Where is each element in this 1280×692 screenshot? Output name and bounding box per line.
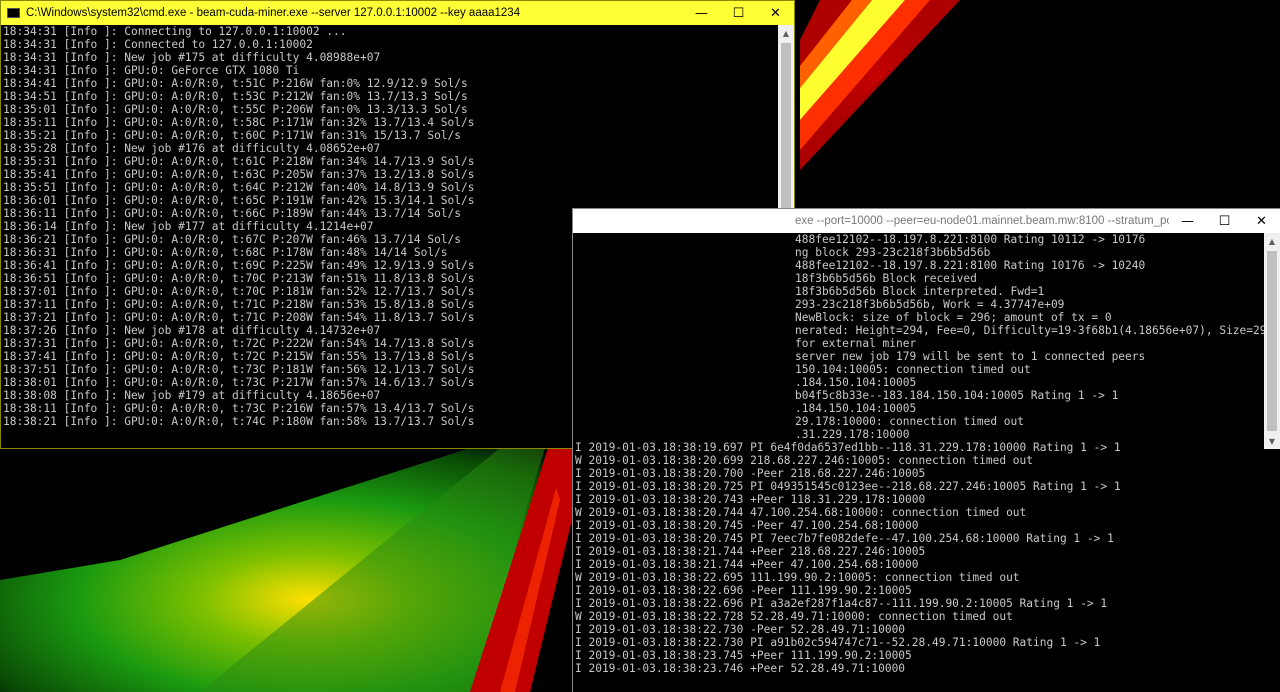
console-line: 18:35:21 [Info ]: GPU:0: A:0/R:0, t:60C … <box>3 129 462 142</box>
scroll-down-arrow-icon[interactable]: ▼ <box>1264 433 1280 449</box>
miner-title-bar[interactable]: C:\Windows\system32\cmd.exe - beam-cuda-… <box>1 1 794 25</box>
close-button[interactable]: ✕ <box>1243 209 1280 233</box>
console-line: 488fee12102--18.197.8.221:8100 Rating 10… <box>795 233 1146 246</box>
console-line: 18:35:31 [Info ]: GPU:0: A:0/R:0, t:61C … <box>3 155 475 168</box>
console-line: NewBlock: size of block = 296; amount of… <box>795 311 1112 324</box>
console-line: 18f3b6b5d56b Block interpreted. Fwd=1 <box>795 285 1045 298</box>
minimize-button[interactable]: — <box>683 1 720 25</box>
console-line: W 2019-01-03.18:38:20.699 218.68.227.246… <box>575 454 1034 467</box>
console-line: 18f3b6b5d56b Block received <box>795 272 977 285</box>
maximize-button[interactable]: ☐ <box>1206 209 1243 233</box>
console-line: I 2019-01-03.18:38:23.746 +Peer 52.28.49… <box>575 662 906 675</box>
console-line: 18:35:41 [Info ]: GPU:0: A:0/R:0, t:63C … <box>3 168 475 181</box>
console-line: 18:34:31 [Info ]: New job #175 at diffic… <box>3 51 381 64</box>
console-line: 488fee12102--18.197.8.221:8100 Rating 10… <box>795 259 1146 272</box>
console-line: ng block 293-23c218f3b6b5d56b <box>795 246 991 259</box>
scrollbar-thumb[interactable] <box>1267 251 1277 431</box>
console-line: 18:36:01 [Info ]: GPU:0: A:0/R:0, t:65C … <box>3 194 475 207</box>
console-line: I 2019-01-03.18:38:20.700 -Peer 218.68.2… <box>575 467 926 480</box>
console-line: 150.104:10005: connection timed out <box>795 363 1031 376</box>
console-line: I 2019-01-03.18:38:22.696 PI a3a2ef287f1… <box>575 597 1108 610</box>
console-line: I 2019-01-03.18:38:20.743 +Peer 118.31.2… <box>575 493 926 506</box>
cmd-app-icon <box>7 8 20 18</box>
console-line: 18:34:31 [Info ]: Connected to 127.0.0.1… <box>3 38 313 51</box>
console-line: I 2019-01-03.18:38:22.696 -Peer 111.199.… <box>575 584 912 597</box>
console-line: .184.150.104:10005 <box>795 376 917 389</box>
console-line: b04f5c8b33e--183.184.150.104:10005 Ratin… <box>795 389 1119 402</box>
console-line: nerated: Height=294, Fee=0, Difficulty=1… <box>795 324 1264 337</box>
console-line: I 2019-01-03.18:38:22.730 -Peer 52.28.49… <box>575 623 906 636</box>
console-line: .184.150.104:10005 <box>795 402 917 415</box>
console-line: 18:34:31 [Info ]: Connecting to 127.0.0.… <box>3 25 347 38</box>
console-line: 18:35:51 [Info ]: GPU:0: A:0/R:0, t:64C … <box>3 181 475 194</box>
console-line: I 2019-01-03.18:38:20.745 PI 7eec7b7fe08… <box>575 532 1114 545</box>
node-window-title: exe --port=10000 --peer=eu-node01.mainne… <box>795 215 1169 227</box>
console-line: I 2019-01-03.18:38:20.725 PI 049351545c0… <box>575 480 1121 493</box>
console-line: 18:35:28 [Info ]: New job #176 at diffic… <box>3 142 381 155</box>
console-line: 18:34:31 [Info ]: GPU:0: GeForce GTX 108… <box>3 64 300 77</box>
console-line: for external miner <box>795 337 917 350</box>
console-line: W 2019-01-03.18:38:20.744 47.100.254.68:… <box>575 506 1027 519</box>
console-line: 29.178:10000: connection timed out <box>795 415 1025 428</box>
console-line: 18:34:41 [Info ]: GPU:0: A:0/R:0, t:51C … <box>3 77 468 90</box>
close-button[interactable]: ✕ <box>757 1 794 25</box>
console-line: 18:35:11 [Info ]: GPU:0: A:0/R:0, t:58C … <box>3 116 475 129</box>
scroll-up-arrow-icon[interactable]: ▲ <box>1264 233 1280 249</box>
scroll-up-arrow-icon[interactable]: ▲ <box>778 25 794 41</box>
console-line: server new job 179 will be sent to 1 con… <box>795 350 1146 363</box>
console-line: I 2019-01-03.18:38:23.745 +Peer 111.199.… <box>575 649 912 662</box>
console-line: I 2019-01-03.18:38:22.730 PI a91b02c5947… <box>575 636 1101 649</box>
console-line: 18:35:01 [Info ]: GPU:0: A:0/R:0, t:55C … <box>3 103 468 116</box>
maximize-button[interactable]: ☐ <box>720 1 757 25</box>
console-line: I 2019-01-03.18:38:21.744 +Peer 47.100.2… <box>575 558 919 571</box>
console-line: I 2019-01-03.18:38:21.744 +Peer 218.68.2… <box>575 545 926 558</box>
console-line: I 2019-01-03.18:38:20.745 -Peer 47.100.2… <box>575 519 919 532</box>
console-line: 18:34:51 [Info ]: GPU:0: A:0/R:0, t:53C … <box>3 90 468 103</box>
minimize-button[interactable]: — <box>1169 209 1206 233</box>
miner-window-title: C:\Windows\system32\cmd.exe - beam-cuda-… <box>26 7 521 19</box>
console-line: 293-23c218f3b6b5d56b, Work = 4.37747e+09 <box>795 298 1065 311</box>
console-line: .31.229.178:10000 <box>795 428 910 441</box>
console-line: W 2019-01-03.18:38:22.728 52.28.49.71:10… <box>575 610 1013 623</box>
console-line: I 2019-01-03.18:38:19.697 PI 6e4f0da6537… <box>575 441 1121 454</box>
node-console-output[interactable]: 488fee12102--18.197.8.221:8100 Rating 10… <box>575 233 1264 692</box>
node-scrollbar[interactable]: ▲ ▼ <box>1264 233 1280 449</box>
console-line: W 2019-01-03.18:38:22.695 111.199.90.2:1… <box>575 571 1020 584</box>
node-console-window[interactable]: exe --port=10000 --peer=eu-node01.mainne… <box>572 208 1280 692</box>
node-title-bar[interactable]: exe --port=10000 --peer=eu-node01.mainne… <box>573 209 1280 233</box>
